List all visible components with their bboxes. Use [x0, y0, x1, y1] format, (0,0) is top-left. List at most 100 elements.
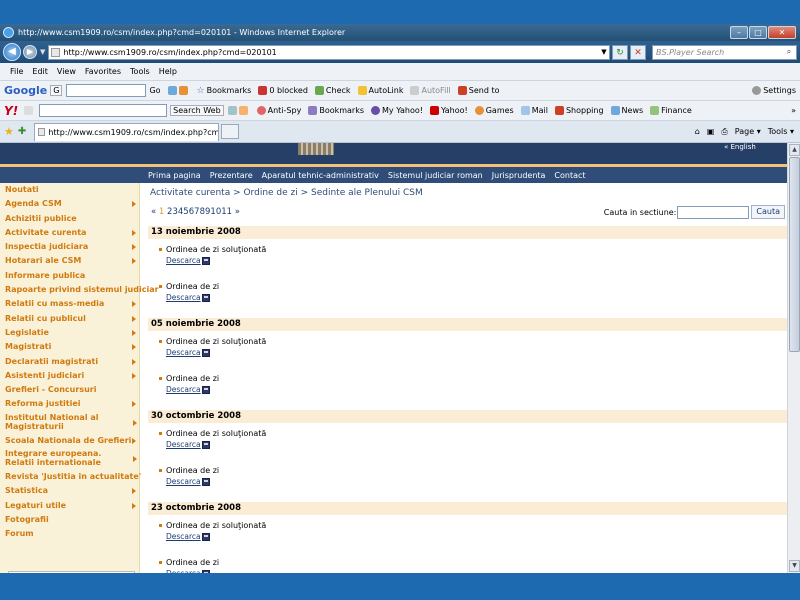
highlight-icon[interactable]: [227, 106, 237, 115]
menu-view[interactable]: View: [57, 67, 76, 76]
yahoo-search-input[interactable]: [39, 104, 168, 117]
sidebar-item[interactable]: Scoala Nationala de Grefieri: [0, 434, 139, 448]
sidebar-item[interactable]: Asistenti judiciari: [0, 369, 139, 383]
active-tab[interactable]: http://www.csm1909.ro/csm/index.php?cmd=…: [34, 122, 220, 141]
browse-icon[interactable]: [167, 86, 177, 95]
add-favorite-icon[interactable]: ✚: [18, 126, 26, 137]
live-search-input[interactable]: BS.Player Search ⌕: [652, 44, 797, 60]
sidebar-item[interactable]: Reforma justitiei: [0, 397, 139, 411]
sidebar-item[interactable]: Revista 'Justitia in actualitate': [0, 470, 141, 484]
sidebar-item[interactable]: Agenda CSM: [0, 197, 139, 211]
sidebar-item[interactable]: Rapoarte privind sistemul judiciar: [0, 283, 159, 297]
check-button[interactable]: Check: [314, 86, 351, 95]
pager-next[interactable]: »: [235, 207, 240, 217]
sidebar-item[interactable]: Legaturi utile: [0, 499, 139, 513]
sidebar-item[interactable]: Achizitii publice: [0, 212, 139, 226]
sidebar-item[interactable]: Noutati: [0, 183, 139, 197]
google-search-input[interactable]: [66, 84, 147, 97]
popup-icon[interactable]: [238, 106, 248, 115]
anti-spy-button[interactable]: Anti-Spy: [256, 106, 301, 115]
breadcrumb[interactable]: Activitate curenta > Ordine de zi > Sedi…: [150, 188, 423, 198]
shopping-button[interactable]: Shopping: [554, 106, 604, 115]
download-link[interactable]: Descarca: [166, 532, 266, 541]
search-web-button[interactable]: Search Web: [170, 105, 224, 116]
sidebar-item[interactable]: Inspectia judiciara: [0, 240, 139, 254]
sidebar-item[interactable]: Relatii cu mass-media: [0, 297, 139, 311]
send-to-button[interactable]: Send to: [457, 86, 499, 95]
nav-prima-pagina[interactable]: Prima pagina: [148, 171, 201, 180]
popup-blocker-button[interactable]: 0 blocked: [258, 86, 308, 95]
nav-aparatul-tehnic[interactable]: Aparatul tehnic-administrativ: [262, 171, 379, 180]
url-field[interactable]: http://www.csm1909.ro/csm/index.php?cmd=…: [48, 44, 610, 60]
sidebar-item[interactable]: Grefieri - Concursuri: [0, 383, 139, 397]
back-button[interactable]: ◀: [3, 43, 21, 61]
sidebar-item[interactable]: Legislatie: [0, 326, 139, 340]
autolink-button[interactable]: AutoLink: [357, 86, 403, 95]
nav-contact[interactable]: Contact: [554, 171, 585, 180]
pager-page[interactable]: 11: [221, 207, 232, 217]
nav-jurisprudenta[interactable]: Jurisprudenta: [492, 171, 546, 180]
sidebar-item[interactable]: Integrare europeana. Relatii internation…: [0, 448, 137, 470]
url-dropdown-icon[interactable]: ▼: [599, 48, 609, 56]
tools-menu-button[interactable]: Tools ▾: [768, 127, 794, 136]
sidebar-item[interactable]: Activitate curenta: [0, 226, 139, 240]
menu-help[interactable]: Help: [159, 67, 177, 76]
pager-prev[interactable]: «: [151, 207, 156, 217]
scroll-down-icon[interactable]: ▼: [789, 560, 800, 572]
minimize-button[interactable]: –: [730, 26, 748, 39]
home-icon[interactable]: ⌂: [695, 127, 700, 136]
floppy-disk-icon[interactable]: [201, 532, 210, 541]
sidebar-item[interactable]: Statistica: [0, 484, 139, 498]
download-link[interactable]: Descarca: [166, 385, 219, 394]
menu-edit[interactable]: Edit: [32, 67, 48, 76]
scroll-up-icon[interactable]: ▲: [789, 144, 800, 156]
floppy-disk-icon[interactable]: [201, 293, 210, 302]
google-go-button[interactable]: Go: [149, 86, 160, 95]
settings-button[interactable]: Settings: [752, 86, 796, 95]
search-icon[interactable]: ⌕: [782, 47, 796, 57]
download-link[interactable]: Descarca: [166, 477, 219, 486]
mail-button[interactable]: Mail: [520, 106, 548, 115]
english-link[interactable]: « English: [724, 143, 756, 151]
nav-prezentare[interactable]: Prezentare: [210, 171, 253, 180]
autofill-button[interactable]: AutoFill: [410, 86, 451, 95]
pagerank-icon[interactable]: [178, 86, 188, 95]
sidebar-item[interactable]: Fotografii: [0, 513, 139, 527]
menu-file[interactable]: File: [10, 67, 23, 76]
floppy-disk-icon[interactable]: [201, 348, 210, 357]
sidebar-item[interactable]: Forum: [0, 527, 139, 541]
vertical-scrollbar[interactable]: ▲ ▼: [787, 143, 800, 573]
sidebar-item[interactable]: Magistrati: [0, 340, 139, 354]
news-button[interactable]: News: [610, 106, 643, 115]
download-link[interactable]: Descarca: [166, 348, 266, 357]
new-tab-button[interactable]: [221, 124, 240, 139]
menu-tools[interactable]: Tools: [130, 67, 150, 76]
stop-button[interactable]: ✕: [630, 44, 646, 60]
sidebar-item[interactable]: Informare publica: [0, 269, 139, 283]
sidebar-item[interactable]: Declaratii magistrati: [0, 355, 139, 369]
yahoo-button[interactable]: Yahoo!: [429, 106, 468, 115]
nav-sistemul-judiciar[interactable]: Sistemul judiciar roman: [388, 171, 483, 180]
maximize-button[interactable]: □: [749, 26, 767, 39]
scroll-thumb[interactable]: [789, 157, 800, 352]
yahoo-logo[interactable]: Y!: [4, 104, 18, 118]
forward-button[interactable]: ▶: [23, 45, 37, 59]
print-icon[interactable]: ⎙: [721, 127, 727, 137]
download-link[interactable]: Descarca: [166, 293, 219, 302]
section-search-input[interactable]: [677, 205, 750, 219]
page-menu-button[interactable]: Page ▾: [735, 127, 761, 136]
favorites-star-icon[interactable]: ★: [4, 125, 14, 138]
floppy-disk-icon[interactable]: [201, 256, 210, 265]
floppy-disk-icon[interactable]: [201, 477, 210, 486]
yahoo-bookmarks-button[interactable]: Bookmarks: [308, 106, 364, 115]
my-yahoo-button[interactable]: My Yahoo!: [371, 106, 423, 115]
pencil-icon[interactable]: [24, 106, 34, 115]
floppy-disk-icon[interactable]: [201, 385, 210, 394]
close-button[interactable]: ✕: [768, 26, 796, 39]
sidebar-item[interactable]: Relatii cu publicul: [0, 312, 139, 326]
download-link[interactable]: Descarca: [166, 256, 266, 265]
section-search-button[interactable]: Cauta: [751, 205, 785, 219]
download-link[interactable]: Descarca: [166, 440, 266, 449]
feeds-icon[interactable]: ▣: [707, 127, 715, 136]
sidebar-item[interactable]: Institutul National al Magistraturii: [0, 412, 137, 434]
